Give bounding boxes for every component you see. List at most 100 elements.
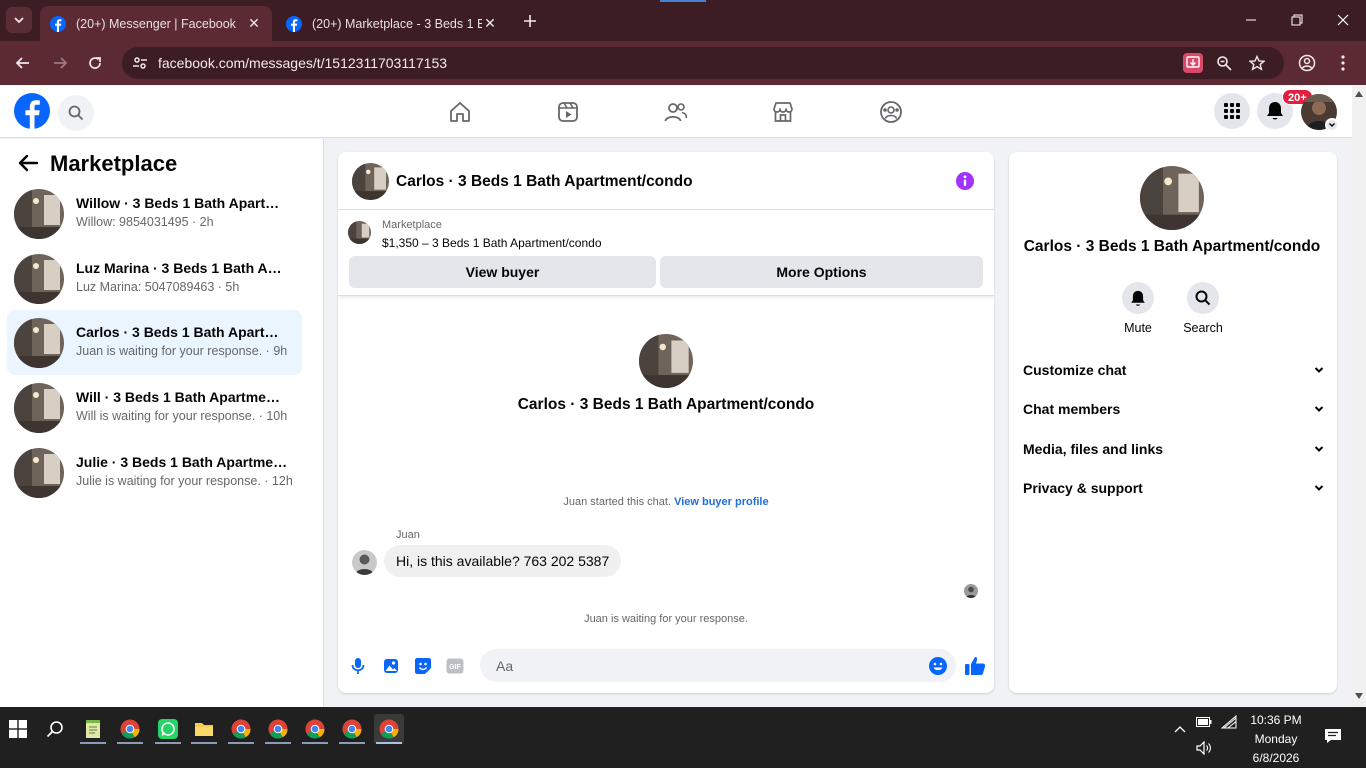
close-tab-icon[interactable]: ✕ xyxy=(482,15,498,32)
running-indicator xyxy=(117,742,143,744)
clock-time: 10:36 PM xyxy=(1250,713,1302,727)
action-center-button[interactable] xyxy=(1318,721,1348,751)
sender-avatar[interactable] xyxy=(352,550,377,575)
message-input[interactable] xyxy=(480,649,956,682)
taskbar-chrome-4[interactable] xyxy=(300,714,330,744)
section-chat-members[interactable]: Chat members xyxy=(1023,397,1329,421)
apartment-photo xyxy=(14,448,64,498)
conversation-preview: Will is waiting for your response. · 10h xyxy=(76,409,288,423)
search-circle xyxy=(1187,282,1219,314)
scroll-down-icon[interactable] xyxy=(1355,693,1363,699)
taskbar-chrome-5[interactable] xyxy=(337,714,367,744)
taskbar-notepad[interactable] xyxy=(78,714,108,744)
taskbar-whatsapp[interactable] xyxy=(153,714,183,744)
nav-video[interactable] xyxy=(555,99,581,125)
apartment-photo xyxy=(14,254,64,304)
taskbar-chrome-1[interactable] xyxy=(115,714,145,744)
view-buyer-profile-link[interactable]: View buyer profile xyxy=(674,496,769,508)
nav-groups[interactable] xyxy=(878,99,904,125)
chrome-icon xyxy=(120,719,140,739)
tab-search-button[interactable] xyxy=(6,7,32,33)
page-scrollbar[interactable] xyxy=(1352,86,1366,707)
tab-title: (20+) Messenger | Facebook xyxy=(76,16,236,31)
chrome-icon xyxy=(379,719,399,739)
listing-price-title[interactable]: $1,350 – 3 Beds 1 Bath Apartment/condo xyxy=(382,236,602,250)
bookmark-star-icon[interactable] xyxy=(1249,55,1265,71)
section-customize-chat[interactable]: Customize chat xyxy=(1023,358,1329,382)
message-bubble[interactable]: Hi, is this available? 763 202 5387 xyxy=(384,545,622,577)
speaker-icon xyxy=(1196,741,1211,755)
nav-marketplace[interactable] xyxy=(770,99,796,125)
clock-day: Monday xyxy=(1254,732,1298,746)
system-clock[interactable]: 10:36 PM Monday 6/8/2026 xyxy=(1244,711,1308,768)
conversation-item-will[interactable]: Will · 3 Beds 1 Bath Apartment/condo Wil… xyxy=(7,375,302,440)
install-app-icon[interactable] xyxy=(1183,53,1203,73)
minimize-button[interactable] xyxy=(1228,0,1274,40)
sidebar-title: Marketplace xyxy=(50,151,178,176)
close-tab-icon[interactable]: ✕ xyxy=(246,15,262,32)
back-arrow-icon[interactable] xyxy=(16,151,40,175)
mute-circle xyxy=(1122,282,1154,314)
mute-button[interactable]: Mute xyxy=(1108,282,1168,335)
nav-friends[interactable] xyxy=(663,99,689,125)
conversation-item-luz-marina[interactable]: Luz Marina · 3 Beds 1 Bath Apartment/con… xyxy=(7,246,302,311)
facebook-header: 20+ xyxy=(0,86,1352,138)
conversation-item-julie[interactable]: Julie · 3 Beds 1 Bath Apartment/condo Ju… xyxy=(7,440,302,505)
listing-banner: Marketplace $1,350 – 3 Beds 1 Bath Apart… xyxy=(338,210,994,296)
attach-photo-button[interactable] xyxy=(381,656,401,676)
section-media-files-links[interactable]: Media, files and links xyxy=(1023,437,1329,461)
sticker-button[interactable] xyxy=(413,656,433,676)
apartment-photo xyxy=(352,163,389,200)
browser-tab-messenger[interactable]: (20+) Messenger | Facebook ✕ xyxy=(40,6,272,41)
conversation-preview: Juan is waiting for your response. · 9h xyxy=(76,344,288,358)
volume-control[interactable] xyxy=(1189,733,1219,763)
gif-button[interactable]: GIF xyxy=(445,656,465,676)
chat-header-avatar[interactable] xyxy=(352,163,389,200)
scroll-up-icon[interactable] xyxy=(1355,91,1363,97)
zoom-icon[interactable] xyxy=(1216,55,1232,71)
chevron-up-icon xyxy=(1174,726,1186,733)
gif-icon: GIF xyxy=(446,658,464,674)
folder-icon xyxy=(195,723,213,736)
taskbar-file-explorer[interactable] xyxy=(189,714,219,744)
profile-button[interactable] xyxy=(1295,51,1319,75)
start-button[interactable] xyxy=(3,714,33,744)
chevron-down-icon xyxy=(1329,123,1335,127)
more-options-button[interactable]: More Options xyxy=(660,256,983,288)
conversation-item-carlos[interactable]: Carlos · 3 Beds 1 Bath Apartment/condo J… xyxy=(7,310,302,375)
view-buyer-button[interactable]: View buyer xyxy=(349,256,656,288)
close-window-button[interactable] xyxy=(1320,0,1366,40)
emoji-icon[interactable] xyxy=(928,656,948,676)
details-avatar xyxy=(1140,166,1204,230)
thumbs-up-icon[interactable] xyxy=(964,655,986,677)
menu-button[interactable] xyxy=(1214,93,1250,129)
apartment-photo xyxy=(639,334,693,388)
forward-button[interactable] xyxy=(48,51,72,75)
account-caret[interactable] xyxy=(1325,118,1339,132)
conversation-item-willow[interactable]: Willow · 3 Beds 1 Bath Apartment/condo W… xyxy=(7,181,302,246)
nav-home[interactable] xyxy=(447,99,473,125)
chat-title[interactable]: Carlos · 3 Beds 1 Bath Apartment/condo xyxy=(396,173,693,191)
facebook-search-button[interactable] xyxy=(58,95,94,131)
search-in-chat-button[interactable]: Search xyxy=(1173,282,1233,335)
voice-clip-button[interactable] xyxy=(348,656,368,676)
restore-button[interactable] xyxy=(1274,0,1320,40)
chrome-icon xyxy=(305,719,325,739)
chrome-menu-button[interactable] xyxy=(1331,51,1355,75)
back-button[interactable] xyxy=(11,51,35,75)
taskbar-chrome-2[interactable] xyxy=(226,714,256,744)
reload-button[interactable] xyxy=(83,51,107,75)
chevron-down-icon xyxy=(14,17,24,24)
taskbar-chrome-3[interactable] xyxy=(263,714,293,744)
new-tab-button[interactable] xyxy=(518,9,542,33)
facebook-logo-icon[interactable] xyxy=(14,93,50,129)
info-icon[interactable] xyxy=(955,171,975,191)
chat-started-notice: Juan started this chat. View buyer profi… xyxy=(338,496,994,508)
taskbar-search-button[interactable] xyxy=(40,714,70,744)
apartment-photo xyxy=(1140,166,1204,230)
address-bar[interactable]: facebook.com/messages/t/1512311703117153 xyxy=(122,47,1284,79)
section-privacy-support[interactable]: Privacy & support xyxy=(1023,476,1329,500)
taskbar-chrome-6-active[interactable] xyxy=(374,714,404,744)
browser-tab-marketplace[interactable]: (20+) Marketplace - 3 Beds 1 Ba ✕ xyxy=(276,6,508,41)
site-settings-icon[interactable] xyxy=(132,55,148,71)
